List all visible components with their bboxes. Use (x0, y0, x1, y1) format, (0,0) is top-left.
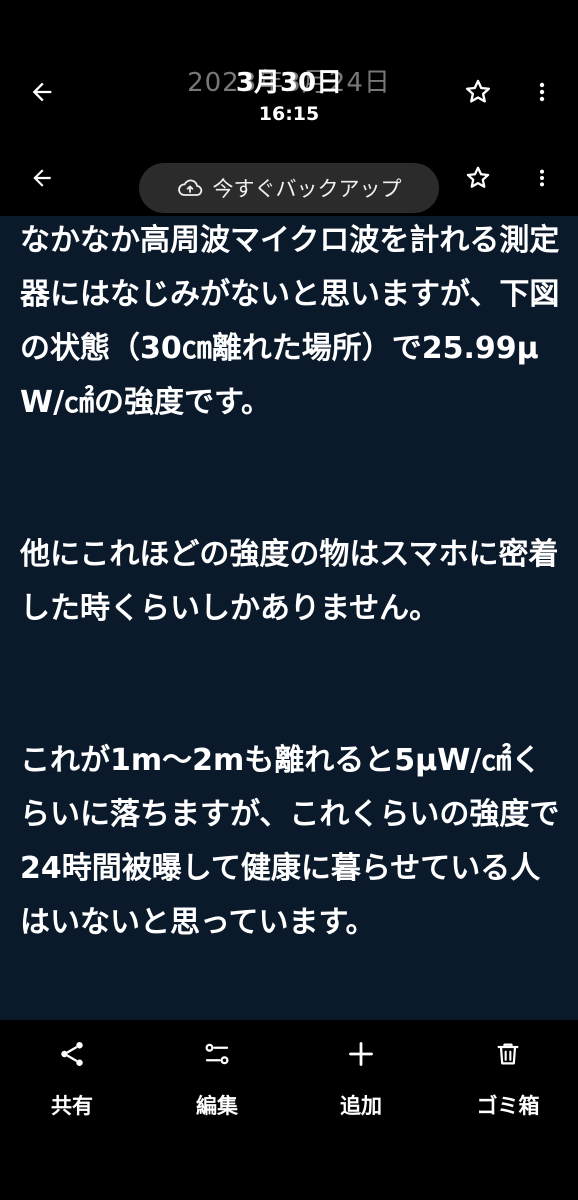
photo-viewer[interactable]: なかなか高周波マイクロ波を計れる測定器にはなじみがないと思いますが、下図の状態（… (0, 216, 578, 1020)
star-outline-icon (465, 79, 491, 103)
more-vert-icon (539, 82, 545, 102)
share-icon (61, 1042, 83, 1066)
more-vert-icon (539, 169, 545, 187)
plus-icon (349, 1042, 373, 1066)
favorite-button[interactable] (456, 70, 500, 114)
photo-text-paragraph-3: これが1m〜2mも離れると5μW/㎠くらいに落ちますが、これくらいの強度で24時… (20, 743, 560, 940)
more-options-button[interactable] (520, 70, 564, 114)
sliders-icon (205, 1043, 229, 1065)
more-options-button-secondary[interactable] (520, 156, 564, 200)
photo-text-paragraph-1: なかなか高周波マイクロ波を計れる測定器にはなじみがないと思いますが、下図の状態（… (20, 223, 560, 420)
share-label: 共有 (51, 1094, 93, 1118)
top-app-bar: 2023年3月24日 3月30日 16:15 (0, 0, 578, 140)
cloud-upload-icon (177, 179, 202, 196)
edit-label: 編集 (196, 1094, 238, 1118)
backup-now-label: 今すぐバックアップ (212, 177, 402, 201)
star-outline-icon (466, 166, 490, 188)
add-button[interactable]: 追加 (301, 1036, 421, 1126)
back-button-secondary[interactable] (20, 156, 64, 200)
favorite-button-secondary[interactable] (456, 156, 500, 200)
photo-text-paragraph-2: 他にこれほどの強度の物はスマホに密着した時くらいしかありません。 (20, 537, 559, 626)
backup-now-button[interactable]: 今すぐバックアップ (139, 163, 439, 213)
trash-label: ゴミ箱 (476, 1094, 540, 1118)
share-button[interactable]: 共有 (12, 1036, 132, 1126)
trash-button[interactable]: ゴミ箱 (448, 1036, 568, 1126)
back-arrow-icon (33, 169, 51, 187)
edit-button[interactable]: 編集 (157, 1036, 277, 1126)
trash-icon (497, 1043, 519, 1065)
add-label: 追加 (340, 1094, 382, 1118)
